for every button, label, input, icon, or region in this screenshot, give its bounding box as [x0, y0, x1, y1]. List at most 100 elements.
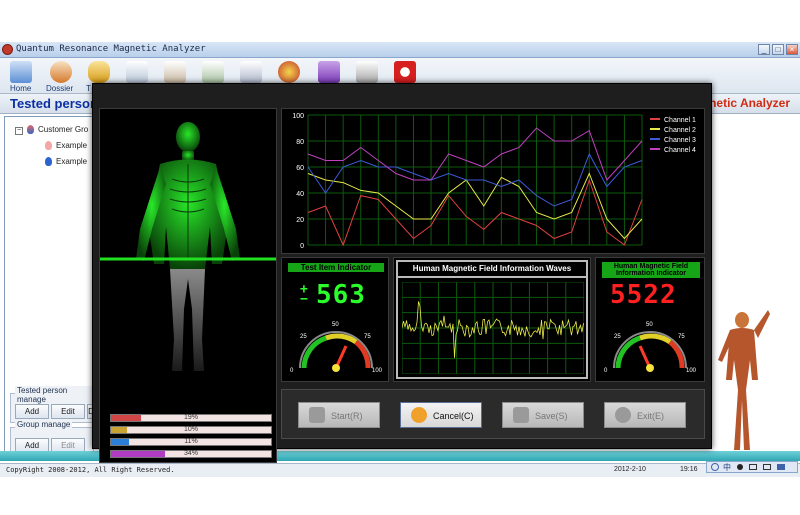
archive-icon[interactable]	[164, 61, 186, 83]
power-icon[interactable]	[394, 61, 416, 83]
hand-icon[interactable]	[88, 61, 110, 83]
status-date: 2012-2-10	[614, 466, 646, 473]
add-person-button[interactable]: Add	[15, 404, 49, 419]
status-time: 19:16	[680, 466, 698, 473]
male-icon	[45, 157, 52, 167]
lang-indicator[interactable]: 中	[723, 462, 731, 473]
system-tray: 中	[706, 461, 798, 473]
tested-person-manage-box: Tested person manage Add Edit D	[10, 386, 95, 423]
gauge-tick-50: 50	[332, 322, 339, 328]
analysis-modal: 19% 10% 11% 34% 0 20 40 60 80 100 Channel 1 Cha…	[92, 83, 712, 463]
tree-item[interactable]: Example	[45, 141, 88, 151]
progress-bar: 19%	[110, 414, 272, 422]
tree-root-label: Customer Gro	[38, 125, 89, 134]
series-line-2	[307, 172, 643, 240]
save-icon[interactable]	[240, 61, 262, 83]
body-scan-image	[100, 122, 276, 371]
gauge-tick-0: 0	[604, 368, 608, 374]
save-button[interactable]: Save(S)	[502, 402, 584, 428]
field-info-indicator: Human Magnetic Field Information Indicat…	[595, 257, 705, 382]
report-icon[interactable]	[126, 61, 148, 83]
field-gauge: 0 25 50 75 100	[604, 322, 697, 374]
test-item-indicator: Test Item Indicator + − 563 0 25 50 75 1…	[281, 257, 389, 382]
gauge-tick-0: 0	[290, 368, 294, 374]
channel-line-chart: 0 20 40 60 80 100 Channel 1 Channel 2 Channel 3 C…	[281, 108, 705, 254]
tested-person-title: Tested person	[10, 96, 98, 111]
cancel-icon	[411, 407, 427, 423]
tree-item-label: Example	[56, 157, 88, 166]
start-label: Start(R)	[331, 411, 363, 421]
exit-icon	[615, 407, 631, 423]
progress-bar: 11%	[110, 438, 272, 446]
y-tick-label: 0	[300, 243, 304, 250]
progress-bar: 10%	[110, 426, 272, 434]
edit-person-button[interactable]: Edit	[51, 404, 85, 419]
waves-plot	[402, 282, 584, 374]
collapse-icon[interactable]: −	[15, 127, 23, 135]
print-icon[interactable]	[202, 61, 224, 83]
legend-label: Channel 1	[664, 117, 696, 124]
minus-sign: −	[300, 292, 309, 307]
gauge-tick-25: 25	[300, 334, 307, 340]
save-icon	[513, 407, 529, 423]
y-tick-label: 60	[296, 165, 304, 172]
minimize-icon[interactable]: _	[758, 44, 770, 55]
y-tick-label: 80	[296, 139, 304, 146]
tested-person-manage-label: Tested person manage	[15, 386, 93, 404]
cancel-button[interactable]: Cancel(C)	[400, 402, 482, 428]
close-icon[interactable]: ×	[786, 44, 798, 55]
anatomy-figure-image	[718, 310, 770, 450]
gauge-tick-100: 100	[686, 368, 697, 374]
dossier-icon[interactable]	[50, 61, 72, 83]
toolbar-label-dossier[interactable]: Dossier	[46, 84, 73, 93]
save-label: Save(S)	[535, 411, 568, 421]
gauge-tick-100: 100	[372, 368, 383, 374]
cancel-label: Cancel(C)	[433, 411, 474, 421]
settings-icon[interactable]	[278, 61, 300, 83]
field-indicator-value: 5522	[610, 280, 677, 310]
progress-label: 11%	[184, 438, 198, 445]
copyright-text: CopyRight 2008-2012, All Right Reserved.	[6, 466, 175, 474]
gauge-tick-75: 75	[364, 334, 371, 340]
test-gauge: 0 25 50 75 100	[290, 322, 383, 374]
exit-button[interactable]: Exit(E)	[604, 402, 686, 428]
tree-item[interactable]: Example	[45, 157, 88, 167]
maximize-icon[interactable]: □	[772, 44, 784, 55]
chart-svg: 0 20 40 60 80 100 Channel 1 Channel 2 Channel 3 C…	[292, 113, 696, 250]
help-icon[interactable]	[318, 61, 340, 83]
y-tick-label: 100	[292, 113, 304, 120]
progress-bar: 34%	[110, 450, 272, 458]
legend-label: Channel 3	[664, 137, 696, 144]
exit-label: Exit(E)	[637, 411, 664, 421]
y-tick-label: 40	[296, 191, 304, 198]
legend-label: Channel 4	[664, 147, 696, 154]
softkbd-icon[interactable]	[763, 464, 771, 470]
female-icon	[45, 141, 52, 151]
toolbar-label-t[interactable]: T	[86, 84, 91, 93]
export-icon[interactable]	[356, 61, 378, 83]
field-indicator-label: Human Magnetic Field Information Indicat…	[602, 262, 700, 278]
ime-icon[interactable]	[711, 463, 719, 471]
magnetic-waves-panel: Human Magnetic Field Information Waves	[393, 257, 591, 382]
help-tray-icon[interactable]	[777, 464, 785, 470]
action-button-bar: Start(R) Cancel(C) Save(S) Exit(E)	[281, 389, 705, 439]
group-icon	[27, 125, 34, 135]
test-indicator-label: Test Item Indicator	[288, 263, 384, 272]
keyboard-icon[interactable]	[749, 464, 757, 470]
app-icon	[2, 44, 13, 55]
start-button[interactable]: Start(R)	[298, 402, 380, 428]
progress-label: 10%	[183, 426, 198, 433]
legend-label: Channel 2	[664, 127, 696, 134]
waves-label: Human Magnetic Field Information Waves	[398, 262, 586, 278]
gauge-tick-25: 25	[614, 334, 621, 340]
tree-item-label: Example	[56, 141, 88, 150]
gauge-tick-50: 50	[646, 322, 653, 328]
toolbar-label-home[interactable]: Home	[10, 84, 31, 93]
group-manage-label: Group manage	[15, 420, 73, 429]
tree-root[interactable]: − Customer Gro	[15, 125, 88, 135]
body-scan-panel: 19% 10% 11% 34%	[99, 108, 277, 463]
start-icon	[309, 407, 325, 423]
moon-icon[interactable]	[737, 464, 743, 470]
home-icon[interactable]	[10, 61, 32, 83]
app-root: Quantum Resonance Magnetic Analyzer _ □ …	[0, 0, 800, 515]
